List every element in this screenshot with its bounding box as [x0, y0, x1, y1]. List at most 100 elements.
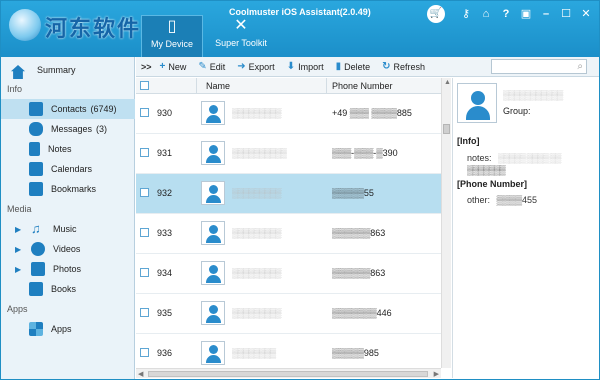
maximize-icon[interactable]: ☐	[559, 6, 573, 22]
window-controls: 🛒 ⚷ ⌂ ? ▣ – ☐ ✕	[427, 5, 593, 23]
column-header-phone[interactable]: Phone Number	[332, 81, 393, 91]
feedback-icon[interactable]: ▣	[519, 6, 533, 22]
vertical-scrollbar[interactable]: ▲	[441, 78, 451, 368]
header-bar: 河东软件园 Coolmuster iOS Assistant(2.0.49) ▯…	[1, 1, 599, 57]
key-icon[interactable]: ⚷	[459, 6, 473, 22]
collapse-button[interactable]: >>	[141, 62, 152, 72]
sidebar-item-label: Messages	[51, 124, 93, 134]
horizontal-scroll-thumb[interactable]	[148, 371, 428, 377]
sidebar-item-books[interactable]: Books	[1, 279, 135, 299]
row-checkbox[interactable]	[140, 268, 149, 277]
calendar-icon	[29, 162, 43, 176]
sidebar-item-videos[interactable]: ▶ Videos	[1, 239, 135, 259]
home-icon[interactable]: ⌂	[479, 6, 493, 22]
select-all-checkbox[interactable]	[140, 81, 149, 90]
column-header-name[interactable]: Name	[206, 81, 230, 91]
delete-button[interactable]: ▮ Delete	[336, 61, 371, 72]
minimize-icon[interactable]: –	[539, 6, 553, 22]
contact-name: ▒▒▒▒▒▒▒▒▒	[232, 268, 281, 278]
column-divider[interactable]	[196, 78, 197, 94]
table-row[interactable]: 935 ▒▒▒▒▒▒▒▒▒ ▒▒▒▒▒▒▒446	[136, 294, 441, 334]
sidebar-item-contacts[interactable]: Contacts (6749)	[1, 99, 135, 119]
import-icon: ⬇	[286, 61, 296, 72]
table-row[interactable]: 930 ▒▒▒▒▒▒▒▒▒ +49 ▒▒▒ ▒▒▒▒885	[136, 94, 441, 134]
new-button-label: New	[168, 61, 187, 72]
scroll-right-arrow[interactable]: ▶	[434, 370, 439, 378]
contact-name: ▒▒▒▒▒▒▒▒	[232, 348, 276, 358]
notes-value: ▒▒▒▒▒ ▒▒▒▒ ▒▒	[498, 153, 561, 163]
row-checkbox[interactable]	[140, 188, 149, 197]
sidebar-item-calendars[interactable]: Calendars	[1, 159, 135, 179]
sidebar-item-label: Books	[51, 284, 77, 294]
refresh-button[interactable]: ↻ Refresh	[382, 61, 425, 72]
edit-button[interactable]: ✎ Edit	[198, 61, 225, 72]
row-checkbox[interactable]	[140, 228, 149, 237]
photo-icon	[31, 262, 45, 276]
row-checkbox[interactable]	[140, 148, 149, 157]
sidebar-item-label: Bookmarks	[51, 184, 97, 194]
sidebar-item-label: Summary	[37, 65, 76, 75]
contact-detail-panel: ▒▒▒▒▒▒▒▒▒▒▒ Group: [Info] notes: ▒▒▒▒▒ ▒…	[452, 78, 599, 378]
new-button[interactable]: + New	[160, 61, 187, 72]
search-input[interactable]: ⌕	[491, 59, 587, 74]
sidebar-item-apps[interactable]: Apps	[1, 319, 135, 339]
cart-icon[interactable]: 🛒	[427, 5, 445, 23]
column-divider[interactable]	[326, 78, 327, 94]
plus-icon: +	[159, 61, 166, 72]
horizontal-scrollbar[interactable]: ◀ ▶	[136, 368, 441, 378]
close-icon[interactable]: ✕	[579, 6, 593, 22]
row-checkbox[interactable]	[140, 108, 149, 117]
export-button[interactable]: ➜ Export	[237, 61, 274, 72]
row-index: 932	[157, 188, 173, 198]
sidebar-item-summary[interactable]: Summary	[1, 60, 135, 80]
tab-my-device-label: My Device	[150, 39, 193, 49]
sidebar-item-label: Calendars	[51, 164, 93, 174]
section-title-apps: Apps	[7, 304, 28, 314]
contact-phone: ▒▒▒▒▒985	[332, 348, 379, 358]
table-row[interactable]: 934 ▒▒▒▒▒▒▒▒▒ ▒▒▒▒▒▒863	[136, 254, 441, 294]
contacts-count: (6749)	[90, 104, 117, 114]
expand-arrow-icon[interactable]: ▶	[15, 265, 27, 274]
contact-avatar-icon	[201, 341, 225, 365]
sidebar-item-messages[interactable]: Messages (3)	[1, 119, 135, 139]
sidebar-item-notes[interactable]: Notes	[1, 139, 135, 159]
tab-super-toolkit-label: Super Toolkit	[215, 38, 267, 48]
row-index: 931	[157, 148, 173, 158]
sidebar-item-bookmarks[interactable]: Bookmarks	[1, 179, 135, 199]
app-window: 河东软件园 Coolmuster iOS Assistant(2.0.49) ▯…	[0, 0, 600, 380]
scroll-left-arrow[interactable]: ◀	[138, 370, 143, 378]
import-button[interactable]: ⬇ Import	[287, 61, 324, 72]
search-icon[interactable]: ⌕	[577, 61, 583, 72]
table-row[interactable]: 933 ▒▒▒▒▒▒▒▒▒ ▒▒▒▒▒▒863	[136, 214, 441, 254]
contact-phone: ▒▒▒▒▒55	[332, 188, 374, 198]
contact-name: ▒▒▒▒▒▒▒▒▒	[232, 188, 281, 198]
sidebar-item-label: Apps	[51, 324, 72, 334]
row-index: 936	[157, 348, 173, 358]
contact-phone: ▒▒▒▒▒▒863	[332, 268, 386, 278]
notes-value-continued: ▒▒▒▒▒▒▒	[467, 165, 506, 175]
expand-arrow-icon[interactable]: ▶	[15, 225, 27, 234]
book-icon	[29, 282, 43, 296]
row-index: 933	[157, 228, 173, 238]
vertical-scroll-thumb[interactable]	[443, 124, 450, 134]
help-icon[interactable]: ?	[499, 6, 513, 22]
bookmark-icon	[29, 182, 43, 196]
scroll-up-arrow[interactable]: ▲	[444, 79, 451, 86]
table-row[interactable]: 931 ▒▒▒▒▒▒▒▒▒▒ ▒▒▒-▒▒▒-▒390	[136, 134, 441, 174]
table-row-selected[interactable]: 932 ▒▒▒▒▒▒▒▒▒ ▒▒▒▒▒55	[136, 174, 441, 214]
sidebar-item-music[interactable]: ▶ ♫ Music	[1, 219, 135, 239]
sidebar-item-photos[interactable]: ▶ Photos	[1, 259, 135, 279]
expand-arrow-icon[interactable]: ▶	[15, 245, 27, 254]
tab-my-device[interactable]: ▯ My Device	[141, 15, 203, 57]
table-row[interactable]: 936 ▒▒▒▒▒▒▒▒ ▒▒▒▒▒985	[136, 334, 441, 368]
contact-phone: +49 ▒▒▒ ▒▒▒▒885	[332, 108, 412, 118]
messages-icon	[29, 122, 43, 136]
tab-super-toolkit[interactable]: ✕ Super Toolkit	[213, 15, 269, 57]
sidebar-item-label: Photos	[53, 264, 82, 274]
detail-notes-row: notes: ▒▒▒▒▒ ▒▒▒▒ ▒▒	[467, 153, 561, 163]
contact-name: ▒▒▒▒▒▒▒▒▒	[232, 228, 281, 238]
row-checkbox[interactable]	[140, 308, 149, 317]
row-checkbox[interactable]	[140, 348, 149, 357]
contact-name: ▒▒▒▒▒▒▒▒▒▒	[232, 148, 287, 158]
detail-phone-heading: [Phone Number]	[457, 179, 528, 189]
